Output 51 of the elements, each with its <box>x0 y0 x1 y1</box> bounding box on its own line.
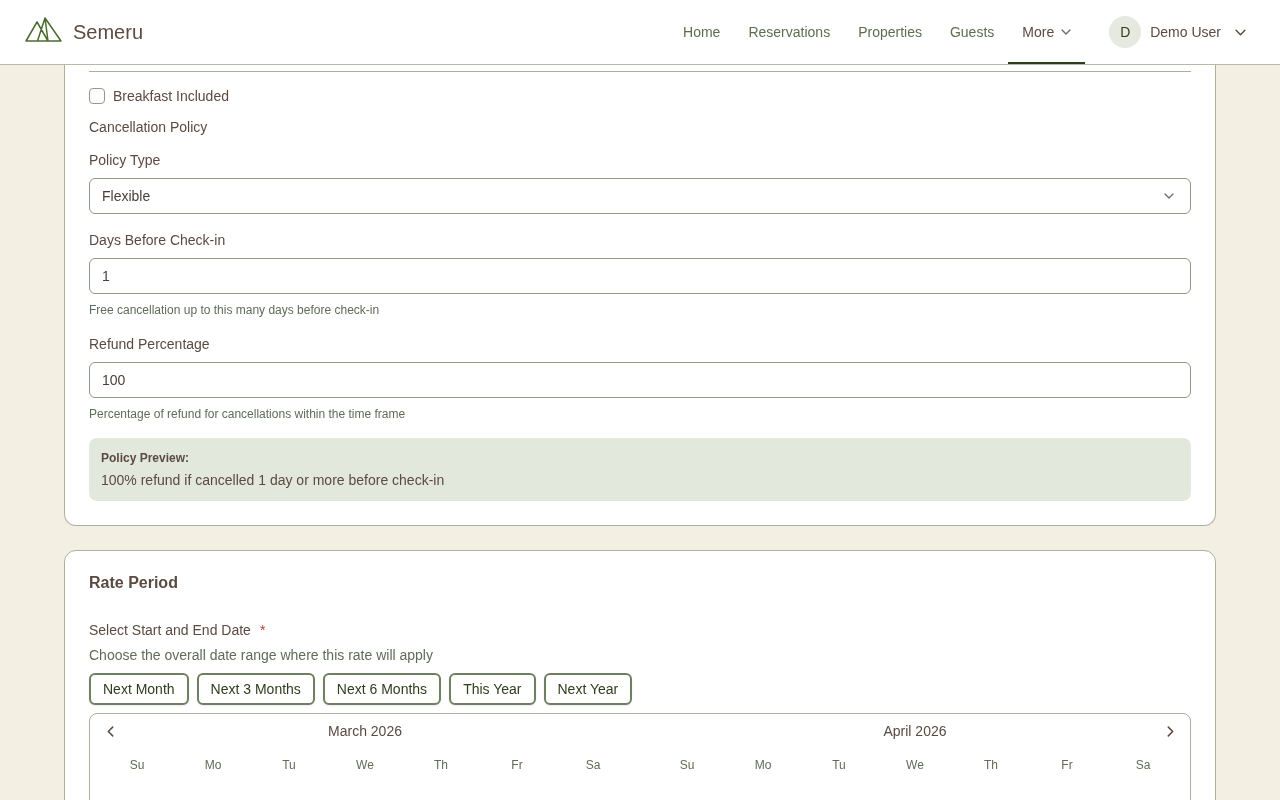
weekday-label: Sa <box>584 757 602 774</box>
weekday-label: Tu <box>281 757 297 774</box>
month-title: April 2026 <box>882 722 948 741</box>
brand-name: Semeru <box>73 20 144 44</box>
field-label: Days Before Check-in <box>89 231 227 250</box>
preview-text: 100% refund if cancelled 1 day or more before check-in <box>101 471 446 490</box>
input-field[interactable]: 1 <box>89 258 1191 294</box>
caret-icon <box>1061 29 1072 35</box>
weekday-label: Sa <box>1134 757 1152 774</box>
user-avatar[interactable]: D <box>1109 16 1142 48</box>
nav-link[interactable]: Guests <box>935 0 1009 64</box>
weekday-label: Th <box>433 757 449 774</box>
caret-icon[interactable] <box>1235 28 1246 36</box>
weekday-label: Su <box>128 757 146 774</box>
preset-button[interactable]: Next Year <box>543 673 633 705</box>
checkbox[interactable] <box>89 88 105 104</box>
preset-button[interactable]: Next Month <box>89 673 189 705</box>
weekday-label: Fr <box>510 757 524 774</box>
weekday-label: We <box>905 757 925 774</box>
nav-link[interactable]: Home <box>669 0 735 64</box>
field-label: Policy Type <box>89 151 162 170</box>
chevron-down-icon <box>1164 193 1174 199</box>
help-text: Choose the overall date range where this rate will apply <box>89 646 434 665</box>
card-title: Rate Period <box>89 573 179 593</box>
input-field[interactable]: 100 <box>89 362 1191 398</box>
preset-button[interactable]: Next 3 Months <box>196 673 315 705</box>
user-name[interactable]: Demo User <box>1150 24 1221 40</box>
preset-button[interactable]: Next 6 Months <box>322 673 442 705</box>
weekday-label: Th <box>983 757 999 774</box>
month-title: March 2026 <box>327 722 403 741</box>
nav-link[interactable]: Reservations <box>734 0 845 64</box>
chevron-right-icon <box>1166 725 1174 737</box>
field-label: Refund Percentage <box>89 335 211 354</box>
select-field[interactable]: Flexible <box>89 178 1191 214</box>
weekday-label: Tu <box>831 757 847 774</box>
nav-link[interactable]: Properties <box>844 0 936 64</box>
checkbox-label[interactable]: Breakfast Included <box>113 86 229 106</box>
mountain-logo-icon <box>25 17 62 42</box>
preset-button[interactable]: This Year <box>449 673 536 705</box>
required-mark: * <box>259 621 266 640</box>
weekday-label: We <box>355 757 375 774</box>
section-title: Cancellation Policy <box>89 118 209 137</box>
weekday-label: Mo <box>203 757 223 774</box>
help-text: Percentage of refund for cancellations within the time frame <box>89 406 407 422</box>
weekday-label: Mo <box>753 757 773 774</box>
weekday-label: Su <box>678 757 696 774</box>
preview-title: Policy Preview: <box>101 450 191 466</box>
chevron-left-icon <box>106 725 114 737</box>
help-text: Free cancellation up to this many days before check-in <box>89 302 381 318</box>
field-label: Select Start and End Date <box>89 621 251 640</box>
weekday-label: Fr <box>1060 757 1074 774</box>
